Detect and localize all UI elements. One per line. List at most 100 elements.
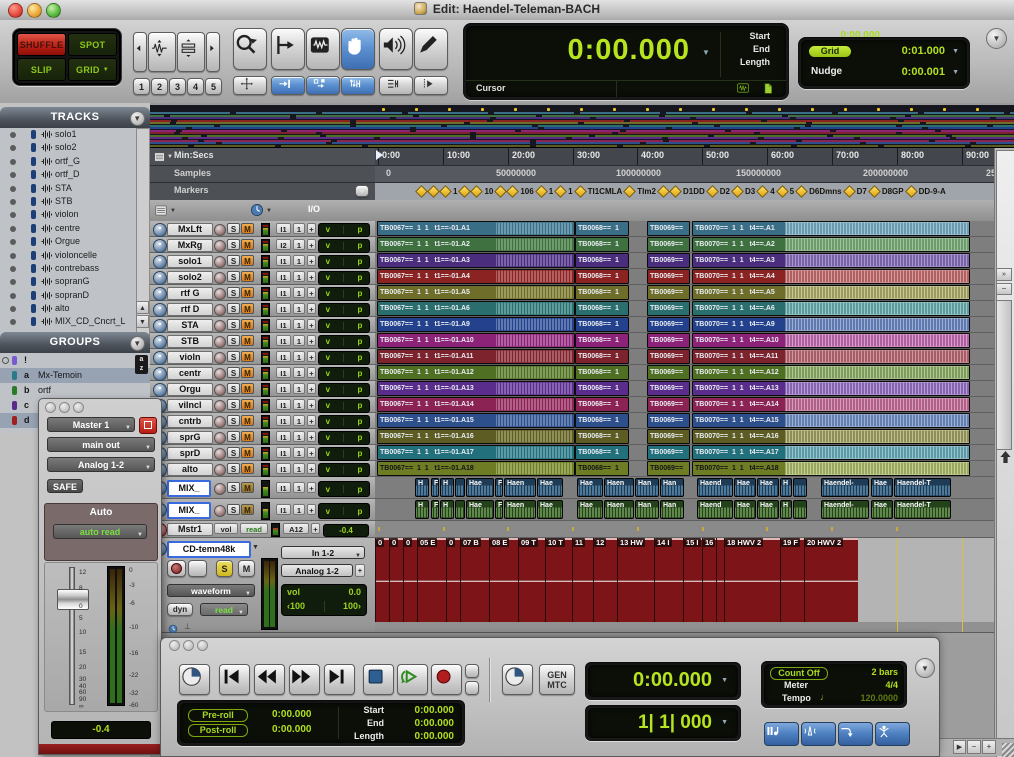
track-show-dot[interactable] bbox=[10, 306, 16, 312]
track-input-button[interactable]: I1 bbox=[276, 463, 291, 474]
cd-clip[interactable]: 07 B bbox=[460, 538, 489, 622]
marker-diamond-icon[interactable] bbox=[868, 185, 881, 198]
track-collapse-button[interactable]: ▾ bbox=[153, 287, 167, 301]
mix-clip[interactable]: H bbox=[415, 500, 429, 519]
counter-dropdown-icon[interactable]: ▼ bbox=[702, 48, 710, 57]
track-name[interactable]: rtf D bbox=[167, 303, 213, 316]
track-show-dot[interactable] bbox=[10, 293, 16, 299]
track-mute-button[interactable]: M bbox=[241, 239, 254, 250]
marker-label[interactable]: D8GP bbox=[882, 187, 904, 196]
cd-clip[interactable]: 15 I bbox=[683, 538, 702, 622]
track-mute-button[interactable]: M bbox=[238, 560, 255, 577]
track-mute-button[interactable]: M bbox=[241, 367, 254, 378]
audio-clip[interactable]: TB0068== 1 bbox=[575, 349, 629, 364]
marker-diamond-icon[interactable] bbox=[439, 185, 452, 198]
sidebar-track-name[interactable]: Orgue bbox=[55, 236, 80, 246]
playhead-cursor-icon[interactable] bbox=[376, 150, 383, 160]
tab-to-transient-button[interactable] bbox=[271, 76, 305, 95]
sidebar-track-item[interactable]: sopranG bbox=[0, 275, 150, 288]
wait-for-note-button[interactable] bbox=[764, 722, 799, 746]
group-name[interactable]: ortf bbox=[38, 385, 51, 395]
marker-label[interactable]: 1 bbox=[568, 187, 572, 196]
mix-clip[interactable]: Hae bbox=[757, 500, 779, 519]
track-solo-button[interactable]: S bbox=[216, 560, 233, 577]
track-lane-solo1[interactable]: TB0067== 1 1 t1==-01.A3TB0068== 1TB0069=… bbox=[375, 253, 995, 269]
track-dyn-button[interactable]: dyn bbox=[167, 603, 193, 616]
marker-label[interactable]: 5 bbox=[790, 187, 794, 196]
vertical-scrollbar[interactable]: » − − + bbox=[994, 148, 1014, 754]
marker-diamond-icon[interactable] bbox=[427, 185, 440, 198]
mix-clip[interactable]: Han bbox=[660, 478, 684, 497]
audio-clip[interactable]: TB0067== 1 1 t1==-01.A12 bbox=[377, 365, 575, 380]
marker-diamond-icon[interactable] bbox=[506, 185, 519, 198]
add-marker-button[interactable]: + bbox=[355, 185, 369, 197]
audio-clip[interactable]: TB0067== 1 1 t1==-01.A16 bbox=[377, 429, 575, 444]
count-off-button[interactable]: Count Off bbox=[770, 667, 828, 680]
cd-clip[interactable]: 20 HWV 2 bbox=[804, 538, 858, 622]
zoom-waveform-button[interactable] bbox=[148, 32, 176, 72]
sidebar-track-name[interactable]: sopranG bbox=[55, 276, 90, 286]
mix-clip[interactable]: F bbox=[431, 478, 439, 497]
track-record-button[interactable] bbox=[214, 352, 226, 364]
track-name[interactable]: Orgu bbox=[167, 383, 213, 396]
track-solo-button[interactable]: S bbox=[227, 351, 240, 362]
track-vol-pan[interactable]: vp bbox=[318, 447, 370, 461]
fader-track[interactable] bbox=[69, 567, 75, 705]
track-solo-button[interactable]: S bbox=[227, 447, 240, 458]
track-collapse-button[interactable]: ▾ bbox=[153, 239, 167, 253]
mix-clip[interactable] bbox=[455, 500, 465, 519]
cd-clip[interactable]: 11 bbox=[572, 538, 593, 622]
groups-sort-icon[interactable]: az bbox=[135, 355, 148, 374]
track-name[interactable]: MIX_ bbox=[167, 502, 211, 519]
track-output-button[interactable]: 1 bbox=[293, 383, 305, 394]
marker-label[interactable]: D2 bbox=[720, 187, 730, 196]
track-record-button[interactable] bbox=[214, 416, 226, 428]
sidebar-track-item[interactable]: violon bbox=[0, 208, 150, 221]
tracks-panel-header[interactable]: TRACKS▼ bbox=[0, 107, 150, 129]
audio-clip[interactable]: TB0069== bbox=[647, 381, 690, 396]
track-solo-button[interactable]: S bbox=[227, 399, 240, 410]
track-lane-centr[interactable]: TB0067== 1 1 t1==-01.A12TB0068== 1TB0069… bbox=[375, 365, 995, 381]
sidebar-track-item[interactable]: STB bbox=[0, 195, 150, 208]
audio-clip[interactable]: TB0067== 1 1 t1==-01.A3 bbox=[377, 253, 575, 268]
track-mute-button[interactable]: M bbox=[241, 415, 254, 426]
mix-clip[interactable]: Hae bbox=[757, 478, 779, 497]
timebase-clock-icon[interactable] bbox=[168, 621, 178, 631]
audio-clip[interactable]: TB0069== bbox=[647, 461, 690, 476]
mix-clip[interactable]: Han bbox=[660, 500, 684, 519]
mix-clip[interactable]: H bbox=[440, 500, 454, 519]
marker-diamond-icon[interactable] bbox=[554, 185, 567, 198]
audio-clip[interactable]: TB0070== 1 1 t4==.A4 bbox=[692, 269, 970, 284]
track-solo-button[interactable]: S bbox=[227, 463, 240, 474]
marker-diamond-icon[interactable] bbox=[776, 185, 789, 198]
track-input-button[interactable]: I1 bbox=[276, 367, 291, 378]
audio-clip[interactable]: TB0069== bbox=[647, 221, 690, 236]
audio-clip[interactable]: TB0069== bbox=[647, 333, 690, 348]
mix-clip[interactable]: H bbox=[780, 500, 792, 519]
marker-label[interactable]: 1 bbox=[549, 187, 553, 196]
marker-diamond-icon[interactable] bbox=[795, 185, 808, 198]
group-active-dot[interactable] bbox=[2, 357, 9, 364]
audio-clip[interactable]: TB0068== 1 bbox=[575, 445, 629, 460]
track-solo-button[interactable]: S bbox=[227, 223, 240, 234]
sidebar-track-name[interactable]: contrebass bbox=[55, 263, 99, 273]
track-output-button[interactable]: 1 bbox=[293, 335, 305, 346]
track-record-button[interactable] bbox=[214, 256, 226, 268]
track-collapse-button[interactable]: ▾ bbox=[153, 367, 167, 381]
marker-diamond-icon[interactable] bbox=[471, 185, 484, 198]
audio-clip[interactable]: TB0070== 1 1 t4==.A18 bbox=[692, 461, 970, 476]
track-lane-STA[interactable]: TB0067== 1 1 t1==-01.A9TB0068== 1TB0069=… bbox=[375, 317, 995, 333]
audio-clip[interactable]: TB0069== bbox=[647, 269, 690, 284]
audio-clip[interactable]: TB0067== 1 1 t1==-01.A1 bbox=[377, 221, 575, 236]
track-vol-pan[interactable]: vp bbox=[318, 351, 370, 365]
mix-clip[interactable]: Hae bbox=[466, 478, 494, 497]
track-solo-button[interactable]: S bbox=[227, 482, 240, 493]
timebase-dropdown-icon[interactable]: ▼ bbox=[266, 208, 272, 214]
groups-menu-icon[interactable]: ▼ bbox=[130, 336, 145, 351]
groups-panel-header[interactable]: GROUPS▼ bbox=[0, 332, 150, 354]
track-show-dot[interactable] bbox=[10, 199, 16, 205]
audio-clip[interactable]: TB0070== 1 1 t4==.A15 bbox=[692, 413, 970, 428]
sidebar-track-name[interactable]: ortf_D bbox=[55, 169, 80, 179]
mix-clip[interactable]: Haen bbox=[504, 478, 536, 497]
track-lane-solo2[interactable]: TB0067== 1 1 t1==-01.A4TB0068== 1TB0069=… bbox=[375, 269, 995, 285]
